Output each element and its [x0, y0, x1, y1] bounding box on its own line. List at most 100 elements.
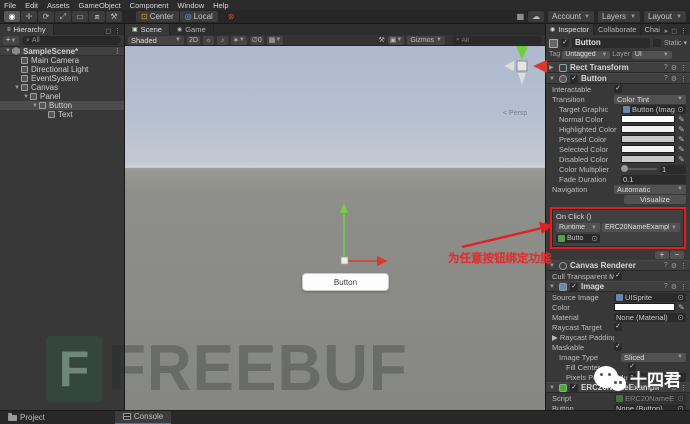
slider-value-field[interactable]: 1 — [660, 165, 686, 174]
tools-icon[interactable]: ⚒ — [378, 36, 384, 44]
kebab-menu-icon[interactable]: ⋮ — [680, 262, 687, 270]
foldout-icon[interactable]: ▼ — [4, 48, 12, 54]
selected-color-swatch[interactable] — [621, 145, 675, 153]
tab-chai[interactable]: Chai — [641, 24, 662, 35]
hierarchy-search-input[interactable]: ⌕ All — [22, 36, 121, 45]
scene-effects-dropdown[interactable]: ∗ ▼ — [231, 36, 247, 45]
highlighted-color-swatch[interactable] — [621, 125, 675, 133]
checkbox[interactable]: ✓ — [614, 343, 622, 351]
hierarchy-item-text[interactable]: Text — [0, 110, 124, 119]
pixels-per-unit-mu-field[interactable]: 1 — [628, 373, 686, 382]
foldout-icon[interactable]: ▼ — [13, 85, 21, 91]
static-label[interactable]: Static ▾ — [664, 39, 687, 47]
fade-duration-field[interactable]: 0.1 — [621, 175, 686, 184]
onclick-runtime-dropdown[interactable]: Runtime▼ — [556, 223, 600, 232]
hierarchy-item-panel[interactable]: ▼Panel — [0, 92, 124, 101]
slider-knob[interactable] — [621, 165, 628, 172]
kebab-menu-icon[interactable]: ⋮ — [680, 283, 687, 291]
slider[interactable]: 1 — [621, 165, 686, 174]
scene-visibility-toggle[interactable]: ∅0 — [250, 36, 264, 45]
menu-file[interactable]: File — [4, 1, 16, 10]
transition-dropdown[interactable]: Color Tint▼ — [614, 95, 686, 104]
eyedropper-icon[interactable]: ✎ — [677, 115, 686, 124]
button-component-header[interactable]: ▼ ✓ Button ?⚙⋮ — [546, 73, 690, 84]
cloud-button[interactable]: ☁ — [528, 11, 544, 22]
foldout-icon[interactable]: ▼ — [22, 94, 30, 100]
grid-snap-icon[interactable]: ▦ — [517, 12, 525, 21]
component-enabled-checkbox[interactable]: ✓ — [570, 75, 578, 83]
onclick-target-field[interactable]: Butto ⊙ — [556, 234, 600, 243]
checkbox[interactable]: ✓ — [628, 363, 636, 371]
scene-search-input[interactable]: ⌕ All — [452, 36, 542, 44]
scene-ui-button[interactable]: Button — [302, 273, 389, 291]
component-enabled-checkbox[interactable]: ✓ — [570, 283, 578, 291]
help-icon[interactable]: ? — [664, 262, 668, 269]
rect-transform-header[interactable]: ▶ Rect Transform ?⚙⋮ — [546, 62, 690, 73]
menu-component[interactable]: Component — [130, 1, 169, 10]
hierarchy-item-button[interactable]: ▼Button — [0, 101, 124, 110]
tab-collaborate[interactable]: Collaborate — [594, 24, 641, 35]
tab-scroll-icon[interactable]: ▸ — [665, 27, 669, 35]
object-picker-icon[interactable]: ⊙ — [677, 293, 684, 302]
object-picker-icon[interactable]: ⊙ — [591, 234, 598, 243]
custom-tool-button[interactable]: ⚒ — [106, 11, 122, 22]
menu-help[interactable]: Help — [213, 1, 228, 10]
hierarchy-item-eventsystem[interactable]: EventSystem — [0, 74, 124, 83]
shading-mode-dropdown[interactable]: Shaded▼ — [128, 36, 184, 45]
eyedropper-icon[interactable]: ✎ — [677, 135, 686, 144]
object-picker-icon[interactable]: ⊙ — [677, 394, 684, 403]
gameobject-name-field[interactable]: Button — [572, 38, 650, 48]
navigation-dropdown[interactable]: Automatic▼ — [614, 185, 686, 194]
object-picker-icon[interactable]: ⊙ — [677, 313, 684, 322]
checkbox[interactable]: ✓ — [614, 272, 622, 280]
gizmos-dropdown[interactable]: Gizmos▼ — [407, 36, 445, 45]
kebab-menu-icon[interactable]: ⋮ — [114, 47, 124, 55]
visualize-button[interactable]: Visualize — [624, 195, 686, 204]
tab-console[interactable]: Console — [115, 411, 171, 424]
color-swatch[interactable] — [614, 303, 675, 311]
canvas-renderer-header[interactable]: ▼ Canvas Renderer ?⚙⋮ — [546, 260, 690, 271]
2d-toggle[interactable]: 2D — [187, 36, 200, 45]
checkbox[interactable]: ✓ — [614, 323, 622, 331]
eyedropper-icon[interactable]: ✎ — [677, 303, 686, 312]
eyedropper-icon[interactable]: ✎ — [677, 125, 686, 134]
tab-project[interactable]: Project — [0, 411, 53, 424]
hierarchy-create-button[interactable]: +▼ — [3, 36, 19, 45]
scene-audio-toggle[interactable]: ♪ — [217, 36, 228, 45]
transform-tool-button[interactable]: ⧈ — [89, 11, 105, 22]
component-enabled-checkbox[interactable]: ✓ — [570, 384, 578, 392]
tab-scene[interactable]: ▣ Scene — [125, 24, 170, 35]
preset-icon[interactable]: ⚙ — [671, 75, 677, 83]
foldout-icon[interactable]: ▼ — [31, 103, 39, 109]
slider-track[interactable] — [621, 168, 657, 170]
pivot-local-button[interactable]: ◎ Local — [180, 11, 218, 22]
scene-lighting-toggle[interactable]: ☼ — [203, 36, 214, 45]
kebab-menu-icon[interactable]: ⋮ — [680, 27, 687, 35]
scale-tool-button[interactable]: ⤢ — [55, 11, 71, 22]
onclick-add-button[interactable]: + — [655, 251, 669, 259]
static-checkbox[interactable] — [653, 39, 661, 47]
kebab-menu-icon[interactable]: ⋮ — [680, 384, 687, 392]
pivot-center-button[interactable]: ⊡ Center — [136, 11, 179, 22]
disabled-color-swatch[interactable] — [621, 155, 675, 163]
script-component-header[interactable]: ▼ ✓ ERC20NameExample (Sc ⚙⋮ — [546, 382, 690, 393]
lock-icon[interactable]: ◻ — [671, 27, 677, 35]
kebab-menu-icon[interactable]: ⋮ — [680, 75, 687, 83]
hierarchy-item-directional-light[interactable]: Directional Light — [0, 65, 124, 74]
preset-icon[interactable]: ⚙ — [671, 64, 677, 72]
hierarchy-item-canvas[interactable]: ▼Canvas — [0, 83, 124, 92]
material-object-field[interactable]: None (Material)⊙ — [614, 313, 686, 322]
view-tool-button[interactable]: ◉ — [4, 11, 20, 22]
help-icon[interactable]: ? — [664, 283, 668, 290]
normal-color-swatch[interactable] — [621, 115, 675, 123]
persp-label[interactable]: < Persp — [503, 110, 527, 117]
layers-dropdown[interactable]: Layers▼ — [598, 11, 640, 22]
lock-icon[interactable]: ◻ — [105, 27, 111, 35]
preset-icon[interactable]: ⚙ — [671, 283, 677, 291]
preset-icon[interactable]: ⚙ — [671, 384, 677, 392]
layer-dropdown[interactable]: UI▼ — [632, 51, 672, 59]
active-checkbox[interactable]: ✓ — [561, 39, 569, 47]
hierarchy-item-samplescene[interactable]: ▼SampleScene*⋮ — [0, 47, 124, 56]
image-component-header[interactable]: ▼ ✓ Image ?⚙⋮ — [546, 281, 690, 292]
layout-dropdown[interactable]: Layout▼ — [644, 11, 686, 22]
